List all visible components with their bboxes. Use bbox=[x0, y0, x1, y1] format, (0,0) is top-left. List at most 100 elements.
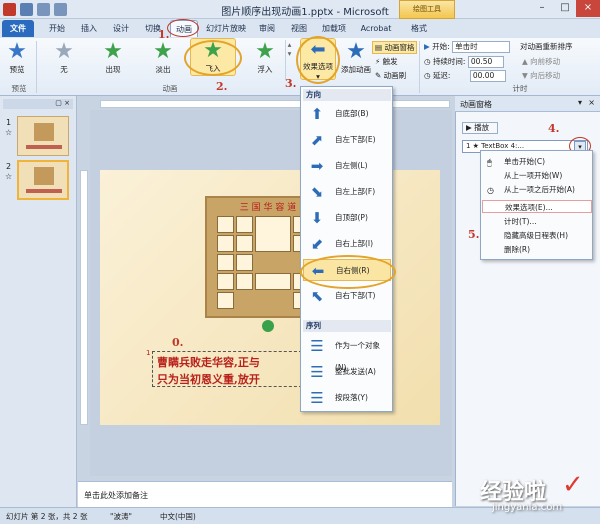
play-button[interactable]: ▶ 播放 bbox=[462, 122, 498, 134]
pane-menu-icon[interactable]: ▾ bbox=[578, 98, 582, 107]
anim-float-label: 浮入 bbox=[257, 65, 273, 74]
thumbnail-text bbox=[26, 189, 62, 193]
sequence-label: 整批发送(A) bbox=[335, 367, 376, 376]
tab-format[interactable]: 格式 bbox=[405, 20, 433, 37]
puzzle-cell bbox=[255, 273, 291, 290]
pane-close-icon[interactable]: × bbox=[588, 98, 595, 107]
menu-label: 计时(T)... bbox=[504, 217, 537, 226]
menu-timing[interactable]: 计时(T)... bbox=[482, 215, 592, 228]
puzzle-cell bbox=[236, 216, 253, 233]
direction-from-bottom[interactable]: ⬆ 自底部(B) bbox=[303, 103, 391, 125]
menu-start-on-click[interactable]: 🖱 单击开始(C) bbox=[482, 155, 592, 168]
redo-icon[interactable] bbox=[54, 2, 67, 16]
delay-label: 延迟: bbox=[432, 71, 451, 80]
from-right-highlight bbox=[300, 255, 396, 289]
thumbnail-1-number: 1 bbox=[6, 118, 12, 127]
gallery-scroll[interactable]: ▴ ▾ bbox=[285, 40, 293, 80]
direction-label: 自左下部(E) bbox=[335, 135, 376, 144]
anim-float-button[interactable]: ★ 浮入 bbox=[250, 40, 280, 75]
slide-thumbnail-1[interactable] bbox=[17, 116, 69, 156]
tab-acrobat[interactable]: Acrobat bbox=[357, 20, 395, 37]
maximize-icon[interactable]: □ bbox=[553, 0, 577, 17]
direction-from-top[interactable]: ⬇ 自顶部(P) bbox=[303, 207, 391, 229]
anim-appear-button[interactable]: ★ 出现 bbox=[98, 40, 128, 75]
notes-pane[interactable]: 单击此处添加备注 bbox=[78, 481, 452, 509]
direction-from-bottom-left[interactable]: ⬈ 自左下部(E) bbox=[303, 129, 391, 151]
anim-pane-button[interactable]: ▤ 动画窗格 bbox=[372, 41, 418, 54]
puzzle-cell bbox=[217, 254, 234, 271]
delay-row: ◷ 延迟: 00.00 bbox=[424, 70, 506, 82]
menu-label: 删除(R) bbox=[504, 245, 531, 254]
direction-label: 自左上部(F) bbox=[335, 187, 376, 196]
tab-insert[interactable]: 插入 bbox=[76, 20, 102, 37]
tab-review[interactable]: 审阅 bbox=[254, 20, 280, 37]
rotate-handle-icon[interactable] bbox=[262, 320, 274, 332]
move-later-button[interactable]: ▼ 向后移动 bbox=[522, 70, 560, 81]
group-label-timing: 计时 bbox=[512, 84, 528, 93]
tab-highlight bbox=[167, 19, 199, 37]
quick-access-toolbar bbox=[3, 2, 67, 16]
move-earlier-label: 向前移动 bbox=[530, 57, 561, 66]
menu-hide-advanced-timeline[interactable]: 隐藏高级日程表(H) bbox=[482, 229, 592, 242]
context-tab-drawing-tools: 绘图工具 bbox=[399, 0, 455, 19]
trigger-icon: ⚡ bbox=[375, 57, 383, 66]
duration-label: 持续时间: bbox=[432, 57, 466, 66]
arrow-down-left-icon: ⬋ bbox=[310, 235, 324, 253]
puzzle-cell bbox=[255, 216, 291, 252]
direction-from-left[interactable]: ➡ 自左侧(L) bbox=[303, 155, 391, 177]
add-animation-button[interactable]: ★ 添加动画 bbox=[340, 40, 372, 75]
puzzle-cell bbox=[236, 254, 253, 271]
tab-addins[interactable]: 加载项 bbox=[318, 20, 350, 37]
start-label: 开始: bbox=[432, 42, 450, 51]
ribbon-tabs: 文件 开始 插入 设计 切换 动画 幻灯片放映 审阅 视图 加载项 Acroba… bbox=[0, 19, 600, 38]
puzzle-cell bbox=[236, 273, 253, 290]
menu-remove[interactable]: 删除(R) bbox=[482, 243, 592, 256]
animation-pane-title: 动画窗格 bbox=[460, 100, 492, 109]
status-language: 中文(中国) bbox=[160, 512, 196, 521]
undo-icon[interactable] bbox=[37, 2, 50, 16]
thumbnail-pane-close[interactable]: ▢ × bbox=[3, 99, 73, 109]
menu-start-with-previous[interactable]: 从上一项开始(W) bbox=[482, 169, 592, 182]
trigger-button[interactable]: ⚡ 触发 bbox=[375, 56, 398, 67]
anim-fade-button[interactable]: ★ 淡出 bbox=[148, 40, 178, 75]
thumbnail-text bbox=[26, 145, 62, 149]
minimize-icon[interactable]: – bbox=[530, 0, 554, 17]
close-icon[interactable]: × bbox=[576, 0, 600, 17]
menu-start-after-previous[interactable]: ◷ 从上一项之后开始(A) bbox=[482, 183, 592, 196]
tab-design[interactable]: 设计 bbox=[108, 20, 134, 37]
appear-star-icon: ★ bbox=[103, 39, 123, 64]
textbox-animation-number: 1 bbox=[146, 349, 151, 357]
tab-file[interactable]: 文件 bbox=[2, 20, 34, 37]
tab-home[interactable]: 开始 bbox=[44, 20, 70, 37]
animation-item-label: 1 ★ TextBox 4:... bbox=[466, 142, 525, 150]
thumbnail-2-star-icon: ☆ bbox=[5, 172, 13, 181]
anim-none-button[interactable]: ★ 无 bbox=[50, 40, 78, 75]
direction-from-top-right[interactable]: ⬋ 自右上部(I) bbox=[303, 233, 391, 255]
delay-input[interactable]: 00.00 bbox=[469, 70, 506, 82]
anim-pane-label: 动画窗格 bbox=[384, 43, 415, 52]
tab-slideshow[interactable]: 幻灯片放映 bbox=[204, 20, 248, 37]
move-earlier-button[interactable]: ▲ 向前移动 bbox=[522, 56, 560, 67]
duration-input[interactable]: 00.50 bbox=[467, 56, 504, 68]
delay-icon: ◷ bbox=[424, 71, 433, 80]
selected-textbox[interactable]: 曹瞒兵败走华容,正与 只为当初恩义重,放开 bbox=[152, 351, 302, 387]
sequence-as-one-object[interactable]: ☰ 作为一个对象(N) bbox=[303, 335, 391, 372]
menu-label: 从上一项之后开始(A) bbox=[504, 185, 575, 194]
sequence-by-paragraph[interactable]: ☰ 按段落(Y) bbox=[303, 387, 391, 409]
sequence-all-at-once[interactable]: ☰ 整批发送(A) bbox=[303, 361, 391, 383]
puzzle-cell bbox=[217, 235, 234, 252]
direction-from-top-left[interactable]: ⬊ 自左上部(F) bbox=[303, 181, 391, 203]
preview-button[interactable]: ★ 预览 bbox=[4, 40, 30, 75]
callout-5: 5. bbox=[468, 228, 480, 241]
tab-view[interactable]: 视图 bbox=[286, 20, 312, 37]
list-icon: ☰ bbox=[310, 389, 324, 407]
menu-effect-options[interactable]: 效果选项(E)... bbox=[482, 200, 592, 213]
slide-thumbnail-2[interactable] bbox=[17, 160, 69, 200]
arrow-up-right-icon: ⬈ bbox=[310, 131, 324, 149]
puzzle-cell bbox=[217, 216, 234, 233]
up-arrow-icon: ▲ bbox=[522, 57, 531, 66]
start-select[interactable]: 单击时 bbox=[452, 41, 511, 53]
save-icon[interactable] bbox=[20, 2, 33, 16]
clock-icon: ◷ bbox=[424, 57, 433, 66]
anim-brush-button[interactable]: ✎ 动画刷 bbox=[375, 70, 406, 81]
